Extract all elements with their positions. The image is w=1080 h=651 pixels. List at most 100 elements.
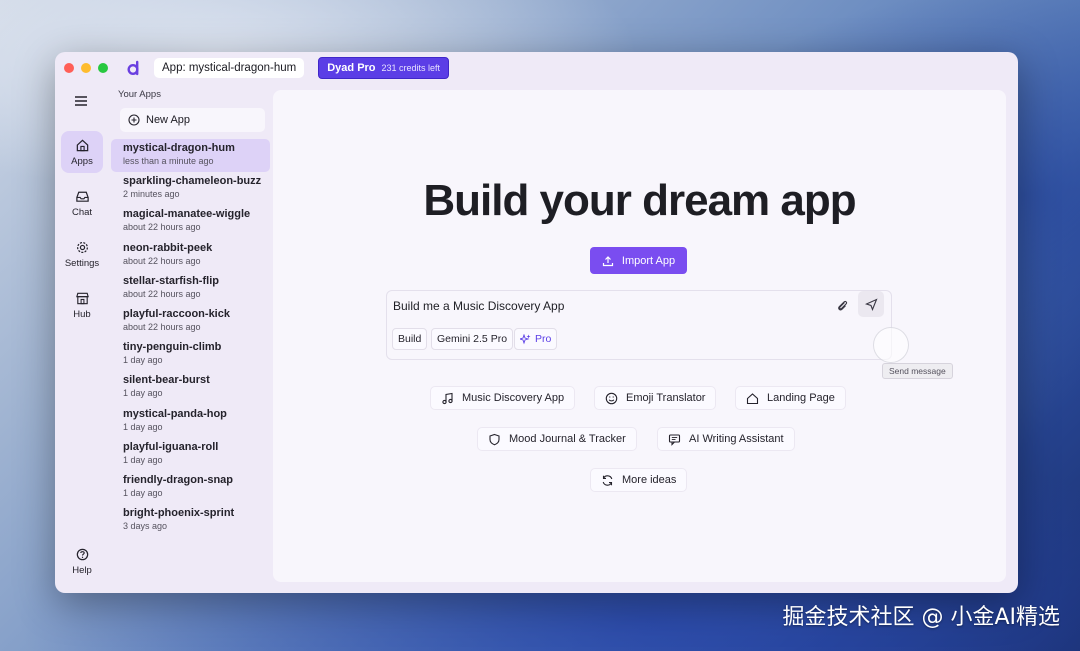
idea-landing-page[interactable]: Landing Page: [735, 386, 846, 410]
model-label: Gemini 2.5 Pro: [437, 333, 508, 345]
app-item-silent-bear-burst[interactable]: silent-bear-burst 1 day ago: [111, 371, 270, 404]
window-controls: [64, 63, 108, 73]
titlebar: App: mystical-dragon-hum Dyad Pro 231 cr…: [55, 52, 1018, 84]
app-item-friendly-dragon-snap[interactable]: friendly-dragon-snap 1 day ago: [111, 471, 270, 504]
app-name: silent-bear-burst: [123, 374, 210, 387]
page-title: Build your dream app: [423, 176, 856, 225]
rail-item-hub[interactable]: Hub: [61, 284, 103, 326]
main-panel: Build your dream app Import App Build Ge…: [273, 90, 1006, 582]
more-ideas-button[interactable]: More ideas: [590, 468, 688, 492]
idea-label: Mood Journal & Tracker: [509, 433, 626, 445]
new-app-button[interactable]: New App: [120, 108, 265, 132]
app-time: 1 day ago: [123, 487, 163, 498]
rail-label-settings: Settings: [64, 257, 100, 269]
app-name: playful-iguana-roll: [123, 440, 219, 453]
chat-input[interactable]: [393, 297, 823, 315]
app-name: tiny-penguin-climb: [123, 341, 222, 354]
app-item-playful-iguana-roll[interactable]: playful-iguana-roll 1 day ago: [111, 438, 270, 471]
music-note-icon: [442, 392, 453, 404]
plus-circle-icon: [128, 114, 140, 126]
send-button[interactable]: [858, 291, 884, 317]
app-time: 1 day ago: [123, 388, 163, 399]
app-name: magical-manatee-wiggle: [123, 208, 251, 221]
paperclip-icon[interactable]: [835, 298, 849, 312]
credits-label: 231 credits left: [381, 63, 441, 73]
app-time: about 22 hours ago: [123, 321, 201, 332]
app-time: less than a minute ago: [123, 156, 214, 166]
app-name: bright-phoenix-sprint: [123, 507, 235, 520]
refresh-icon: [602, 474, 613, 486]
app-time: about 22 hours ago: [123, 222, 201, 233]
message-icon: [668, 433, 681, 446]
app-list: mystical-dragon-hum less than a minute ag…: [111, 139, 270, 537]
rail-item-chat[interactable]: Chat: [61, 182, 103, 224]
new-app-label: New App: [146, 114, 191, 126]
idea-label: More ideas: [622, 474, 677, 486]
idea-ai-writing-assistant[interactable]: AI Writing Assistant: [657, 427, 795, 451]
send-tooltip: Send message: [882, 363, 953, 379]
help-icon: [76, 548, 88, 560]
dyad-logo-icon: [126, 60, 142, 76]
send-icon: [864, 297, 878, 311]
smiley-icon: [605, 392, 618, 404]
idea-mood-journal[interactable]: Mood Journal & Tracker: [477, 427, 637, 451]
app-item-stellar-starfish-flip[interactable]: stellar-starfish-flip about 22 hours ago: [111, 272, 270, 305]
app-time: 1 day ago: [123, 454, 163, 465]
app-item-magical-manatee-wiggle[interactable]: magical-manatee-wiggle about 22 hours ago: [111, 205, 270, 238]
store-icon: [75, 292, 89, 304]
import-app-label: Import App: [621, 254, 676, 267]
pro-chip[interactable]: Pro: [514, 328, 558, 350]
app-item-bright-phoenix-sprint[interactable]: bright-phoenix-sprint 3 days ago: [111, 504, 270, 537]
app-time: about 22 hours ago: [123, 255, 201, 266]
maximize-window-button[interactable]: [98, 63, 108, 73]
app-name: playful-raccoon-kick: [123, 307, 230, 320]
rail-item-apps[interactable]: Apps: [61, 131, 103, 173]
house-icon: [746, 392, 759, 404]
mode-chip[interactable]: Build: [392, 328, 428, 350]
idea-music-discovery-app[interactable]: Music Discovery App: [430, 386, 576, 410]
idea-label: Music Discovery App: [462, 392, 565, 404]
rail-item-settings[interactable]: Settings: [61, 233, 103, 275]
app-time: about 22 hours ago: [123, 288, 201, 299]
current-app-label[interactable]: App: mystical-dragon-hum: [154, 58, 305, 78]
watermark: 掘金技术社区 @ 小金AI精选: [782, 605, 1060, 630]
mode-label: Build: [398, 333, 422, 345]
idea-emoji-translator[interactable]: Emoji Translator: [594, 386, 717, 410]
idea-label: Emoji Translator: [626, 392, 706, 404]
rail-label-hub: Hub: [73, 308, 91, 320]
app-item-sparkling-chameleon-buzz[interactable]: sparkling-chameleon-buzz 2 minutes ago: [111, 172, 270, 205]
rail-label-chat: Chat: [71, 206, 93, 218]
chat-composer: Build Gemini 2.5 Pro Pro: [386, 290, 892, 360]
close-window-button[interactable]: [64, 63, 74, 73]
app-name: mystical-panda-hop: [123, 407, 227, 420]
sparkle-icon: [520, 333, 531, 344]
app-name: friendly-dragon-snap: [123, 473, 234, 486]
app-window: App: mystical-dragon-hum Dyad Pro 231 cr…: [55, 52, 1018, 593]
home-icon: [76, 139, 88, 151]
app-item-tiny-penguin-climb[interactable]: tiny-penguin-climb 1 day ago: [111, 338, 270, 371]
app-time: 3 days ago: [123, 521, 168, 532]
sidebar-heading: Your Apps: [118, 89, 161, 100]
app-time: 1 day ago: [123, 421, 163, 432]
app-name: stellar-starfish-flip: [123, 274, 219, 287]
menu-icon[interactable]: [74, 94, 88, 108]
app-item-neon-rabbit-peek[interactable]: neon-rabbit-peek about 22 hours ago: [111, 239, 270, 272]
pro-plan-badge[interactable]: Dyad Pro 231 credits left: [318, 57, 450, 79]
model-chip[interactable]: Gemini 2.5 Pro: [431, 328, 514, 350]
app-time: 2 minutes ago: [123, 189, 180, 200]
app-name: neon-rabbit-peek: [123, 241, 213, 254]
app-item-mystical-dragon-hum[interactable]: mystical-dragon-hum less than a minute ag…: [111, 139, 270, 173]
app-time: 1 day ago: [123, 355, 163, 366]
cursor-highlight: [873, 327, 909, 363]
rail-label-help: Help: [72, 564, 92, 576]
rail-item-help[interactable]: Help: [61, 540, 103, 582]
app-name: mystical-dragon-hum: [123, 142, 235, 154]
import-app-button[interactable]: Import App: [590, 247, 687, 274]
app-name: sparkling-chameleon-buzz: [123, 175, 262, 188]
minimize-window-button[interactable]: [81, 63, 91, 73]
app-item-mystical-panda-hop[interactable]: mystical-panda-hop 1 day ago: [111, 405, 270, 438]
idea-label: Landing Page: [767, 392, 835, 404]
rail-label-apps: Apps: [71, 155, 93, 167]
plan-label: Dyad Pro: [327, 62, 376, 74]
app-item-playful-raccoon-kick[interactable]: playful-raccoon-kick about 22 hours ago: [111, 305, 270, 338]
